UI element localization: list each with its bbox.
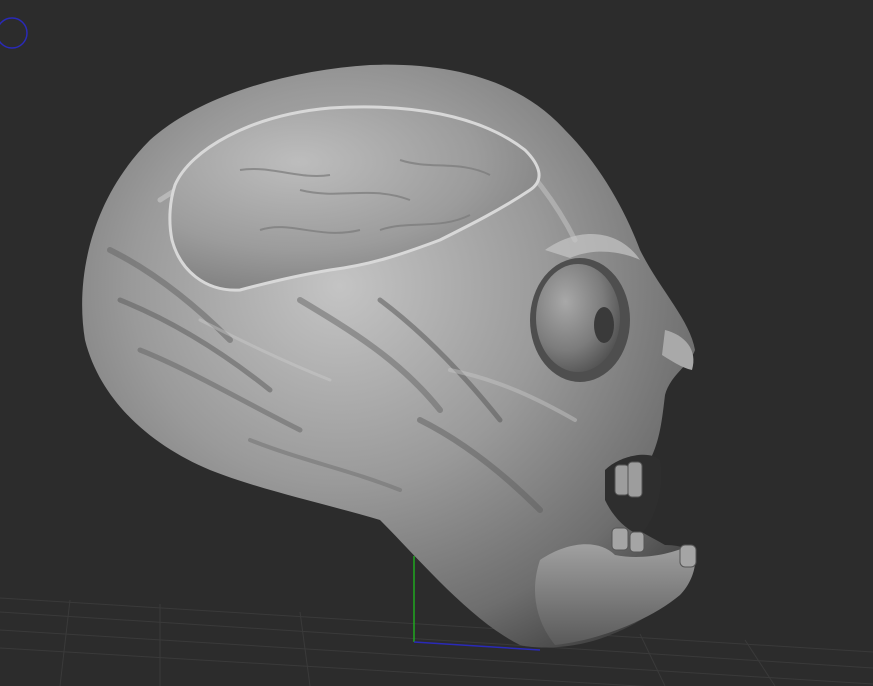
rotation-gizmo-icon[interactable] bbox=[0, 17, 28, 49]
sculpted-alien-skull[interactable] bbox=[82, 64, 697, 648]
floor-grid bbox=[0, 597, 873, 686]
eye-pupil bbox=[594, 307, 614, 343]
upper-teeth bbox=[614, 461, 643, 498]
3d-viewport[interactable] bbox=[0, 0, 873, 686]
lower-jaw bbox=[535, 544, 696, 645]
